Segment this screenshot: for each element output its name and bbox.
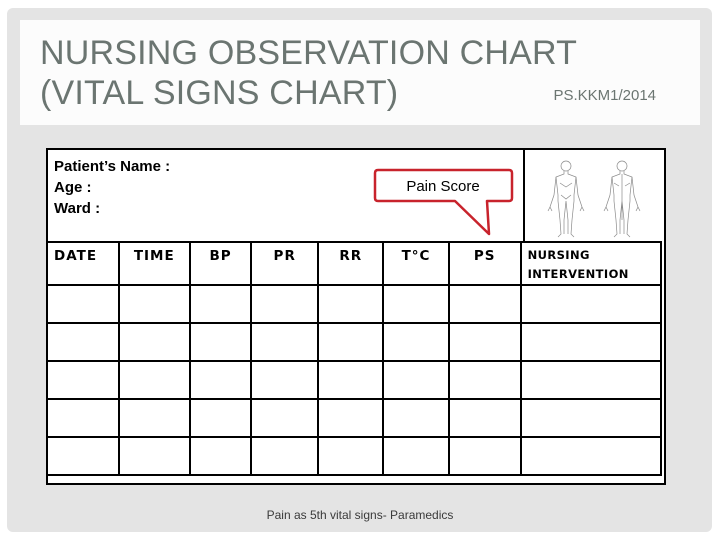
column-header-date: DATE (46, 241, 120, 286)
table-cell[interactable] (317, 284, 385, 324)
table-cell[interactable] (382, 284, 450, 324)
table-row (46, 360, 663, 400)
table-cell[interactable] (250, 284, 320, 324)
table-cell[interactable] (382, 322, 450, 362)
pain-score-callout-label: Pain Score (406, 178, 480, 195)
table-cell[interactable] (46, 322, 120, 362)
patient-name-label: Patient’s Name : (54, 158, 171, 175)
table-cell[interactable] (317, 398, 385, 438)
table-cell[interactable] (117, 360, 191, 400)
table-cell[interactable] (519, 284, 663, 324)
table-cell[interactable] (519, 398, 663, 438)
table-cell[interactable] (188, 398, 253, 438)
column-header-bp: BP (188, 241, 253, 286)
table-cell[interactable] (250, 436, 320, 476)
table-cell[interactable] (382, 436, 450, 476)
table-cell[interactable] (447, 322, 522, 362)
table-cell[interactable] (519, 322, 663, 362)
table-cell[interactable] (317, 436, 385, 476)
table-cell[interactable] (447, 398, 522, 438)
vital-signs-table: DATE TIME BP PR RR T°C PS NURSING INTERV… (46, 241, 663, 476)
observation-chart-form: Patient’s Name : Age : Ward : Pain Score (46, 148, 666, 485)
table-cell[interactable] (46, 360, 120, 400)
column-header-temperature: T°C (382, 241, 450, 286)
column-header-time: TIME (117, 241, 191, 286)
human-body-front-back-icon (547, 160, 641, 238)
form-code: PS.KKM1/2014 (553, 87, 656, 104)
age-label: Age : (54, 179, 92, 196)
footer-note: Pain as 5th vital signs- Paramedics (266, 508, 454, 522)
table-cell[interactable] (317, 322, 385, 362)
table-row (46, 436, 663, 476)
table-row (46, 322, 663, 362)
table-cell[interactable] (519, 436, 663, 476)
table-cell[interactable] (46, 436, 120, 476)
table-cell[interactable] (317, 360, 385, 400)
table-cell[interactable] (188, 284, 253, 324)
table-header-row: DATE TIME BP PR RR T°C PS NURSING INTERV… (46, 241, 663, 286)
table-cell[interactable] (188, 322, 253, 362)
table-cell[interactable] (250, 360, 320, 400)
table-cell[interactable] (117, 398, 191, 438)
table-cell[interactable] (117, 436, 191, 476)
table-cell[interactable] (117, 322, 191, 362)
table-cell[interactable] (46, 398, 120, 438)
table-cell[interactable] (250, 398, 320, 438)
table-cell[interactable] (382, 398, 450, 438)
column-header-pain-score: PS (447, 241, 522, 286)
patient-info-section: Patient’s Name : Age : Ward : Pain Score (48, 150, 525, 243)
ward-label: Ward : (54, 200, 101, 217)
column-header-rr: RR (317, 241, 385, 286)
table-cell[interactable] (447, 436, 522, 476)
table-cell[interactable] (250, 322, 320, 362)
column-header-nursing-intervention: NURSING INTERVENTION (519, 241, 663, 286)
table-cell[interactable] (447, 284, 522, 324)
title-box: NURSING OBSERVATION CHART (VITAL SIGNS C… (20, 20, 700, 125)
table-cell[interactable] (117, 284, 191, 324)
table-cell[interactable] (188, 360, 253, 400)
table-cell[interactable] (519, 360, 663, 400)
table-cell[interactable] (188, 436, 253, 476)
table-cell[interactable] (46, 284, 120, 324)
table-row (46, 398, 663, 438)
table-row (46, 284, 663, 324)
column-header-pr: PR (250, 241, 320, 286)
table-cell[interactable] (447, 360, 522, 400)
table-cell[interactable] (382, 360, 450, 400)
